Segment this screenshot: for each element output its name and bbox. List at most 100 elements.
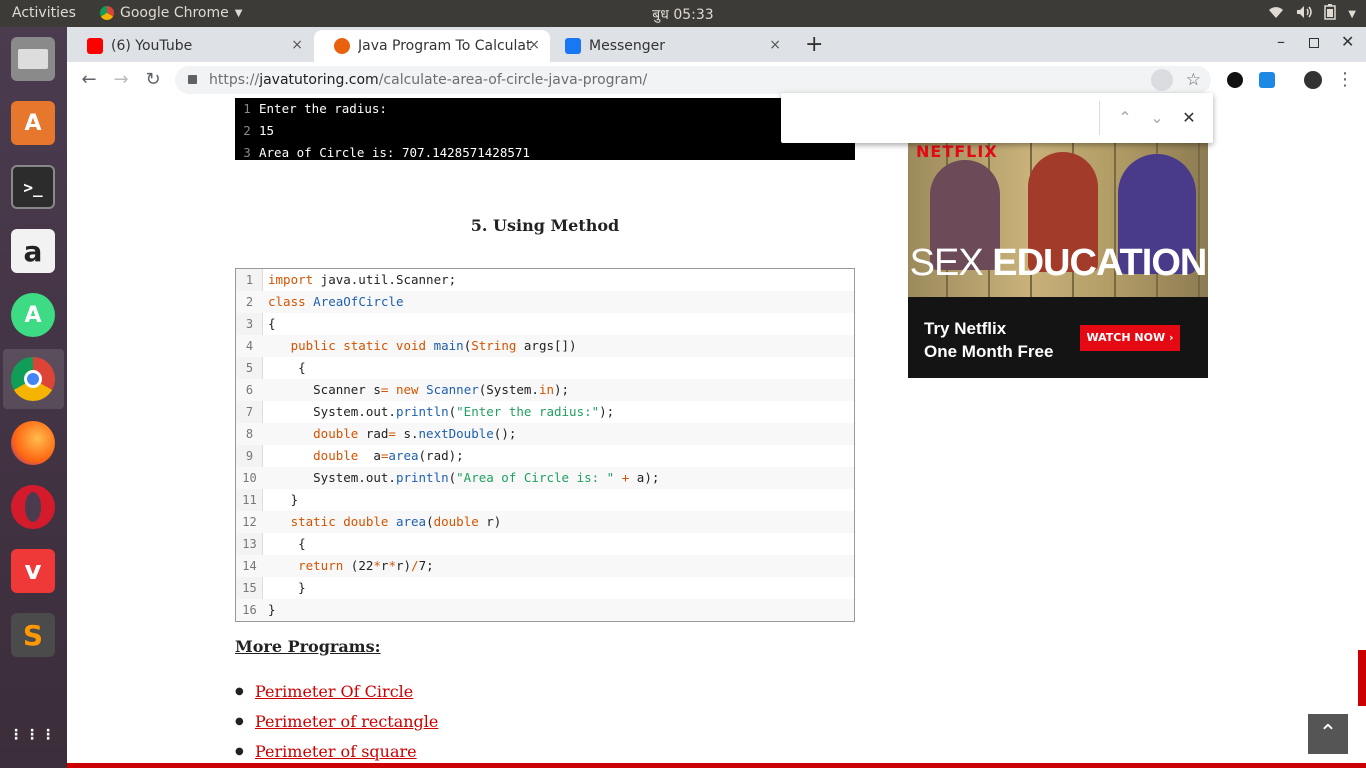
url-scheme: https://	[209, 72, 260, 88]
chrome-icon	[100, 6, 114, 20]
code-line: return (22*r*r)/7;	[298, 558, 434, 573]
javatutoring-icon	[334, 38, 350, 54]
console-output: 1 Enter the radius: 2 15 3 Area of Circle i…	[235, 98, 855, 160]
list-item: ● Perimeter Of Circle	[235, 681, 414, 701]
caret-down-icon: ▼	[234, 7, 243, 19]
page-content: 1 Enter the radius: 2 15 3 Area of Circle i…	[67, 98, 1366, 768]
code-line: class AreaOfCircle	[268, 294, 404, 309]
ad-title: SEX EDUCATION	[909, 242, 1208, 284]
bookmark-star-icon[interactable]: ☆	[1186, 66, 1201, 94]
output-line: 1 Enter the radius:	[243, 101, 387, 116]
list-item: ● Perimeter of rectangle	[235, 711, 439, 731]
code-line: static double area(double r)	[290, 514, 502, 529]
new-tab-button[interactable]: +	[805, 32, 823, 57]
tab-label: Java Program To Calculate	[358, 38, 532, 54]
launcher-dock: A >_ a A v S ⋮⋮⋮	[0, 27, 67, 768]
list-item: ● Perimeter of square	[235, 741, 417, 761]
browser-frame: (6) YouTube × Java Program To Calculate …	[67, 27, 1366, 98]
sublime-text-icon[interactable]: S	[11, 613, 55, 657]
code-line: }	[268, 602, 276, 617]
code-line: {	[268, 536, 306, 551]
close-tab-icon[interactable]: ×	[528, 37, 540, 53]
program-links: ● Perimeter Of Circle ● Perimeter of recta…	[235, 676, 438, 766]
code-line: Scanner s= new Scanner(System.in);	[268, 382, 570, 397]
chrome-launcher-icon[interactable]	[11, 357, 55, 401]
firefox-icon[interactable]	[11, 421, 55, 465]
code-block: 1 import java.util.Scanner; 2 class AreaOf…	[235, 268, 855, 622]
close-tab-icon[interactable]: ×	[769, 37, 781, 53]
amazon-icon[interactable]: a	[11, 229, 55, 273]
chevron-down-icon[interactable]: ⌄	[1145, 106, 1169, 130]
code-line: double rad= s.nextDouble();	[313, 426, 517, 441]
maximize-icon[interactable]	[1309, 38, 1319, 48]
extension-icon[interactable]	[1255, 68, 1279, 92]
link-perimeter-of-circle[interactable]: Perimeter Of Circle	[255, 682, 413, 701]
tab-youtube[interactable]: (6) YouTube ×	[67, 30, 313, 62]
minimize-icon[interactable]: –	[1277, 32, 1285, 51]
extension-icon[interactable]	[1223, 68, 1247, 92]
system-tray[interactable]: ▼	[1268, 4, 1356, 24]
show-applications-icon[interactable]: ⋮⋮⋮	[9, 713, 55, 757]
chevron-up-icon[interactable]: ⌃	[1113, 106, 1137, 130]
power-menu-icon[interactable]: ▼	[1348, 9, 1356, 20]
watch-now-button[interactable]: WATCH NOW ›	[1080, 325, 1180, 351]
divider	[1099, 101, 1100, 135]
back-icon[interactable]: ←	[77, 68, 101, 92]
code-line: double a=area(rad);	[313, 448, 464, 463]
facebook-icon	[565, 38, 581, 54]
address-bar[interactable]: https://javatutoring.com/calculate-area-…	[175, 66, 1211, 94]
wifi-icon[interactable]	[1268, 5, 1284, 23]
link-perimeter-of-rectangle[interactable]: Perimeter of rectangle	[255, 712, 438, 731]
terminal-icon[interactable]: >_	[11, 165, 55, 209]
code-line: {	[268, 316, 276, 331]
scroll-indicator	[1358, 650, 1366, 706]
reload-icon[interactable]: ↻	[141, 68, 165, 92]
battery-icon[interactable]	[1324, 4, 1337, 24]
activities-button[interactable]: Activities	[12, 5, 76, 21]
code-line: import java.util.Scanner;	[268, 272, 457, 287]
youtube-icon	[87, 38, 103, 54]
lock-icon	[188, 75, 197, 84]
find-input[interactable]	[791, 103, 1096, 133]
opera-icon[interactable]	[11, 485, 55, 529]
vivaldi-icon[interactable]: v	[11, 549, 55, 593]
find-bar: ⌃ ⌄ ✕	[781, 93, 1213, 143]
code-line: {	[268, 360, 306, 375]
android-studio-icon[interactable]: A	[11, 293, 55, 337]
close-window-icon[interactable]: ✕	[1341, 32, 1354, 51]
system-top-bar: Activities Google Chrome ▼ बुध 05:33 ▼	[0, 0, 1366, 27]
tab-messenger[interactable]: Messenger ×	[545, 30, 791, 62]
output-line: 2 15	[243, 123, 275, 138]
files-icon[interactable]	[11, 37, 55, 81]
code-line: System.out.println("Area of Circle is: "…	[268, 470, 660, 485]
close-icon[interactable]: ✕	[1177, 106, 1201, 130]
code-line: }	[268, 492, 299, 507]
avatar[interactable]	[1301, 68, 1325, 92]
link-perimeter-of-square[interactable]: Perimeter of square	[255, 742, 417, 761]
url-path: /calculate-area-of-circle-java-program/	[378, 72, 648, 88]
volume-icon[interactable]	[1296, 5, 1313, 23]
section-heading: 5. Using Method	[470, 216, 620, 235]
tab-label: Messenger	[589, 38, 666, 54]
code-line: public static void main(String args[])	[290, 338, 577, 353]
software-center-icon[interactable]: A	[11, 101, 55, 145]
scroll-top-icon[interactable]: ⌃	[1308, 714, 1348, 754]
zoom-icon[interactable]	[1151, 69, 1173, 91]
app-menu-label: Google Chrome	[120, 5, 229, 21]
app-menu[interactable]: Google Chrome ▼	[100, 5, 242, 21]
netflix-ad[interactable]: NETFLIX SEX EDUCATION Try Netflix One Mon…	[908, 142, 1208, 378]
tab-javatutoring[interactable]: Java Program To Calculate ×	[314, 30, 550, 62]
more-programs-heading: More Programs:	[235, 637, 381, 656]
code-line: }	[268, 580, 306, 595]
menu-icon[interactable]: ⋮	[1333, 68, 1357, 92]
url-host: javatutoring.com	[259, 72, 379, 88]
ad-brand: NETFLIX	[916, 142, 998, 161]
ad-image: NETFLIX SEX EDUCATION	[908, 142, 1208, 297]
tab-label: (6) YouTube	[111, 38, 193, 54]
forward-icon[interactable]: →	[109, 68, 133, 92]
ad-offer: Try Netflix One Month Free	[924, 319, 1054, 361]
close-tab-icon[interactable]: ×	[291, 37, 303, 53]
code-line: System.out.println("Enter the radius:");	[268, 404, 615, 419]
output-line: 3 Area of Circle is: 707.1428571428571	[243, 145, 530, 160]
footer-accent-bar	[67, 763, 1366, 768]
